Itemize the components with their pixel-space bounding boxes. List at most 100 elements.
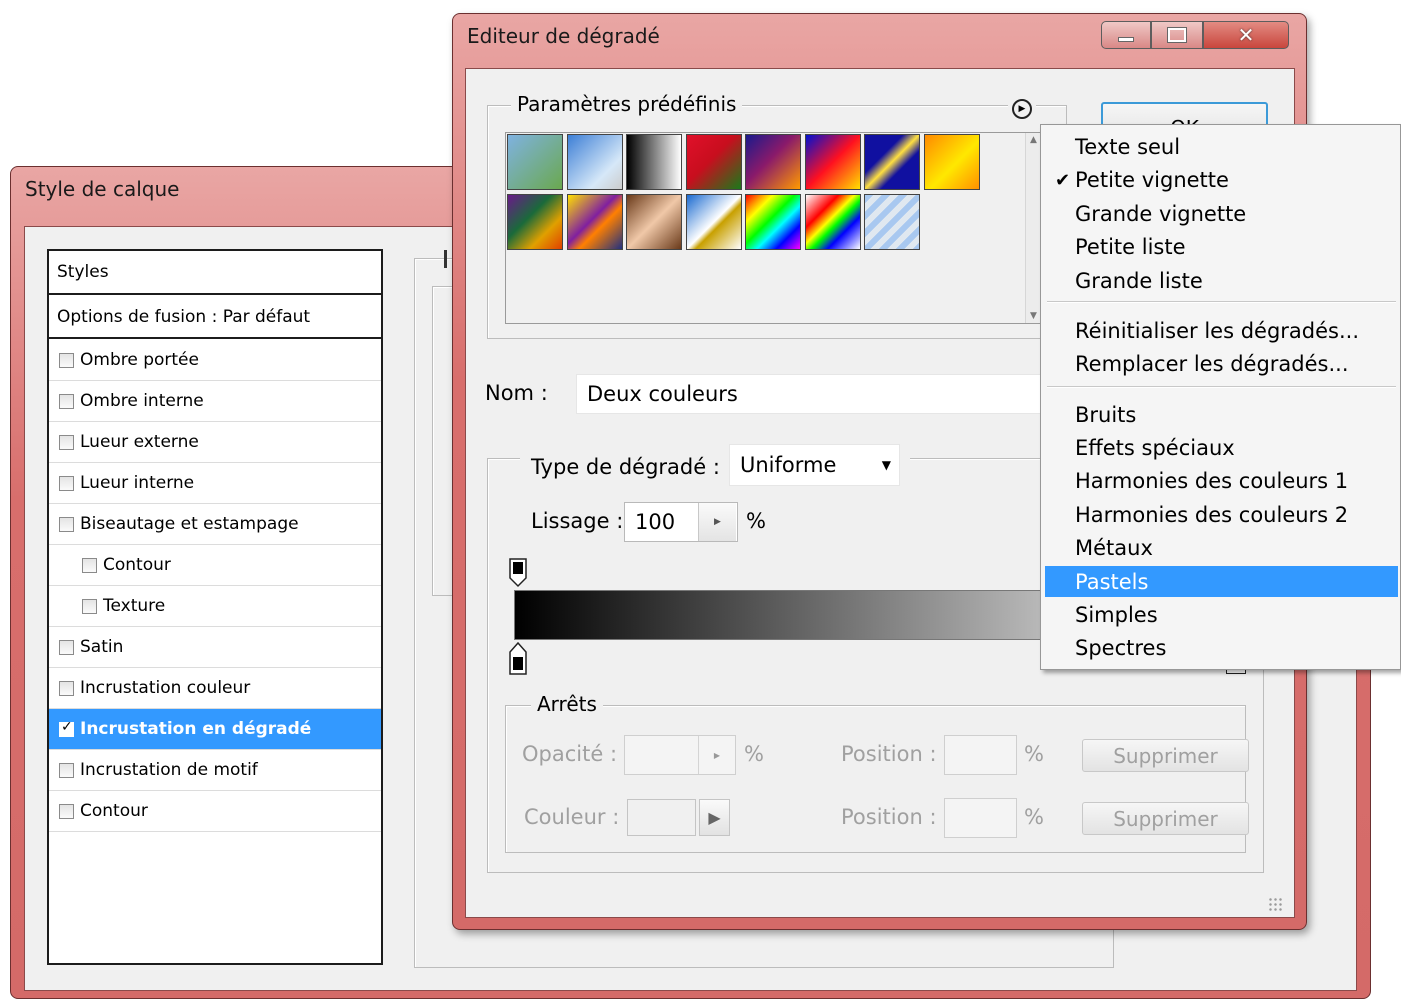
style-item[interactable]: Lueur externe [49,422,381,463]
preset-swatch[interactable] [626,194,682,250]
style-item-checkbox[interactable] [59,639,74,655]
style-item[interactable]: Satin [49,627,381,668]
style-item[interactable]: Ombre portée [49,340,381,381]
name-label: Nom : [485,381,548,405]
color-menu-button[interactable]: ▶ [699,799,730,836]
style-item[interactable]: Biseautage et estampage [49,504,381,545]
presets-menu-button[interactable]: ▶ [1008,96,1036,122]
menu-item[interactable]: Grande liste [1045,265,1398,296]
preset-swatch[interactable] [507,194,563,250]
blend-options-row[interactable]: Options de fusion : Par défaut [49,296,381,339]
color-position-unit: % [1024,805,1044,829]
style-item[interactable]: Incrustation couleur [49,668,381,709]
menu-item[interactable]: ✔ Petite vignette [1045,165,1398,196]
preset-swatch[interactable] [566,194,623,250]
preset-swatch[interactable] [864,134,920,190]
menu-item[interactable]: Texte seul [1045,131,1398,162]
styles-list: Styles Options de fusion : Par défaut Om… [47,249,383,965]
style-item-checkbox[interactable] [59,352,74,368]
style-item[interactable]: Incrustation de motif [49,750,381,791]
circle-arrow-right-icon: ▶ [1012,99,1032,119]
menu-item[interactable]: Métaux [1045,533,1398,564]
close-button[interactable]: ✕ [1203,21,1289,49]
preset-swatch[interactable] [507,134,563,190]
style-item-checkbox[interactable] [59,680,74,696]
style-item-checkbox[interactable] [59,803,74,819]
menu-item[interactable]: Bruits [1045,399,1398,430]
menu-item-label: Grande vignette [1075,201,1247,226]
color-label: Couleur : [524,805,620,829]
menu-item[interactable]: Réinitialiser les dégradés... [1045,315,1398,346]
menu-item-label: Pastels [1075,569,1149,594]
layer-style-title: Style de calque [25,177,180,201]
style-item[interactable]: Ombre interne [49,381,381,422]
style-item[interactable]: Lueur interne [49,463,381,504]
color-position-input[interactable] [944,798,1017,838]
color-swatch[interactable] [627,799,696,836]
preset-swatch[interactable] [745,194,801,250]
menu-item-label: Grande liste [1075,268,1203,293]
style-item[interactable]: Texture [49,586,381,627]
preset-swatch[interactable] [864,194,920,250]
style-item[interactable]: Contour [49,791,381,832]
gradient-type-value: Uniforme [740,453,837,477]
styles-header-label: Styles [57,262,109,282]
preset-swatch[interactable] [923,134,980,190]
opacity-position-input[interactable] [944,735,1017,775]
style-item-checkbox[interactable] [59,719,74,737]
style-item-label: Contour [103,555,171,575]
style-item-checkbox[interactable] [59,762,74,778]
style-item-label: Lueur interne [80,473,195,493]
style-item[interactable]: Contour [49,545,381,586]
menu-item-label: Texte seul [1075,134,1181,159]
style-item-checkbox[interactable] [59,434,74,450]
resize-grip-icon[interactable] [1268,897,1284,913]
maximize-button[interactable] [1151,21,1203,49]
smooth-stepper[interactable]: ▶ [698,503,736,541]
menu-item[interactable]: Spectres [1045,633,1398,664]
preset-swatch[interactable] [804,194,861,250]
menu-item[interactable]: Harmonies des couleurs 2 [1045,499,1398,530]
gradient-type-select[interactable]: Uniforme ▼ [729,444,900,486]
style-item-checkbox[interactable] [59,393,74,409]
style-item-checkbox[interactable] [82,598,97,614]
style-item[interactable]: Incrustation en dégradé [49,709,381,750]
preset-swatch[interactable] [566,134,623,190]
menu-separator [1047,386,1396,388]
arrow-right-icon: ▶ [713,750,721,760]
blend-options-label: Options de fusion : Par défaut [57,306,311,327]
preset-swatch[interactable] [685,134,742,190]
preset-swatch[interactable] [804,134,861,190]
opacity-stepper[interactable]: ▶ [698,736,735,774]
preset-swatch[interactable] [685,194,742,250]
style-item-checkbox[interactable] [59,475,74,491]
maximize-icon [1167,27,1187,43]
menu-item-label: Petite vignette [1075,168,1229,192]
style-item-label: Contour [80,801,148,821]
style-item-label: Ombre portée [80,350,199,370]
opacity-stop-marker[interactable] [508,558,528,588]
menu-item[interactable]: Remplacer les dégradés... [1045,349,1398,380]
color-delete-button[interactable]: Supprimer [1082,802,1249,835]
menu-item-label: Petite liste [1075,235,1186,259]
styles-list-header[interactable]: Styles [49,251,381,295]
style-item-checkbox[interactable] [59,516,74,532]
color-stop-marker[interactable] [508,641,528,676]
preset-swatch[interactable] [626,134,682,190]
preset-swatch[interactable] [745,134,801,190]
menu-item[interactable]: Harmonies des couleurs 1 [1045,466,1398,497]
style-item-checkbox[interactable] [82,557,97,573]
menu-item-label: Remplacer les dégradés... [1075,352,1349,376]
menu-item[interactable]: Grande vignette [1045,198,1398,229]
style-item-label: Satin [80,637,124,657]
smooth-unit: % [746,509,766,533]
menu-item[interactable]: Petite liste [1045,232,1398,263]
menu-item[interactable]: Pastels [1045,566,1398,597]
minimize-button[interactable] [1101,21,1151,49]
scroll-up-icon[interactable]: ▲ [1030,135,1037,145]
menu-item[interactable]: Effets spéciaux [1045,432,1398,463]
scroll-down-icon[interactable]: ▼ [1030,311,1037,321]
name-input[interactable]: Deux couleurs [576,374,1046,414]
menu-item[interactable]: Simples [1045,599,1398,630]
opacity-delete-button[interactable]: Supprimer [1082,739,1249,772]
